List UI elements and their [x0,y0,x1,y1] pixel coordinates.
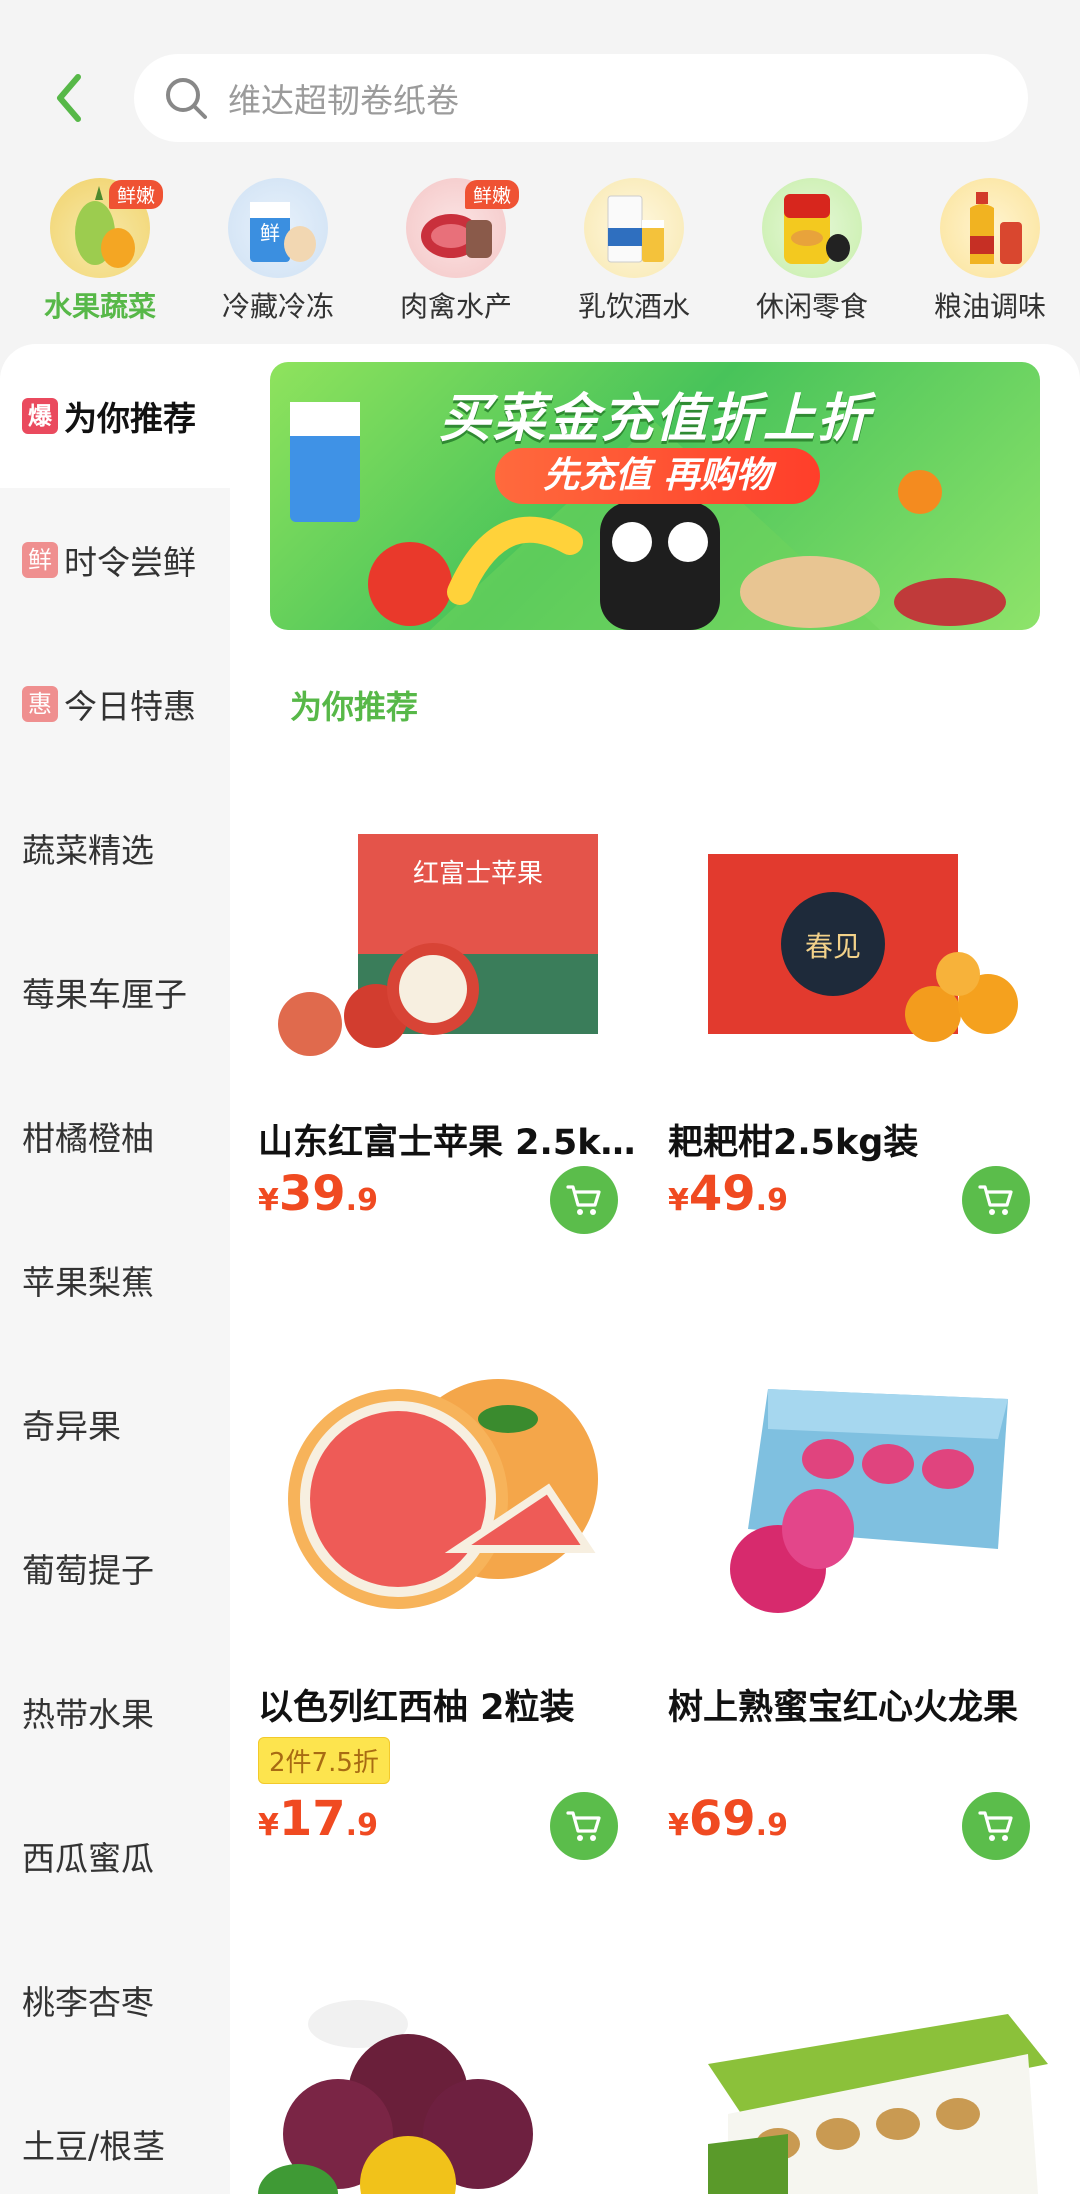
sidebar-item-seasonal[interactable]: 鲜 时令尝鲜 [0,488,230,632]
sidebar-item-label: 时令尝鲜 [64,543,196,582]
cart-icon [566,1185,601,1215]
category-row: 鲜嫩 水果蔬菜 鲜 冷藏冷冻 鲜嫩 肉禽水产 乳饮酒水 休闲零食 粮油调味 [0,172,1080,332]
product-image: 春见 [708,854,1018,1042]
sidebar-item-label: 奇异果 [22,1407,121,1446]
category-meat[interactable]: 鲜嫩 肉禽水产 [371,172,541,332]
search-icon [166,78,207,119]
hot-tag: 爆 [22,398,58,434]
product-image [258,2000,533,2194]
sidebar-item-label: 今日特惠 [64,687,196,726]
cart-icon [566,1811,601,1841]
sidebar-item-grapes[interactable]: 葡萄提子 [0,1496,230,1640]
sidebar-item-kiwi[interactable]: 奇异果 [0,1352,230,1496]
cart-icon [978,1185,1013,1215]
section-title: 为你推荐 [290,688,419,726]
category-oil[interactable]: 粮油调味 [905,172,1075,332]
product-image [708,2014,1048,2194]
sidebar-item-label: 莓果车厘子 [22,975,187,1014]
category-badge: 鲜嫩 [465,180,520,209]
sidebar-item-label: 葡萄提子 [22,1551,154,1590]
sidebar-item-label: 柑橘橙柚 [22,1119,154,1158]
cart-icon [978,1811,1013,1841]
category-label: 粮油调味 [933,290,1046,323]
sidebar: 爆 为你推荐 鲜 时令尝鲜 惠 今日特惠 蔬菜精选 莓果车厘子 柑橘橙柚 苹果梨… [0,344,230,2194]
add-to-cart-button[interactable] [550,1792,618,1860]
product-card[interactable]: 春见 耙耙柑2.5kg装 ¥49.9 [668,784,1068,1264]
add-to-cart-button[interactable] [550,1166,618,1234]
oil-seasoning-icon [940,178,1040,278]
search-placeholder: 维达超韧卷纸卷 [228,81,459,120]
promo-banner[interactable]: 买菜金充值折上折 先充值 再购物 [270,362,1040,630]
sidebar-item-label: 蔬菜精选 [22,831,154,870]
banner-title: 买菜金充值折上折 [438,389,871,449]
drinks-icon [584,178,684,278]
category-snacks[interactable]: 休闲零食 [727,172,897,332]
sidebar-item-label: 西瓜蜜瓜 [22,1839,154,1878]
back-button[interactable] [44,68,94,128]
box-label: 红富士苹果 [413,859,543,889]
category-label: 水果蔬菜 [43,290,156,323]
sidebar-item-tropical[interactable]: 热带水果 [0,1640,230,1784]
sidebar-item-stone-fruit[interactable]: 桃李杏枣 [0,1928,230,2072]
category-label: 乳饮酒水 [577,290,690,323]
category-chilled[interactable]: 鲜 冷藏冷冻 [193,172,363,332]
product-price: ¥39.9 [258,1166,378,1222]
svg-text:鲜: 鲜 [260,221,280,245]
category-badge: 鲜嫩 [109,180,164,209]
product-name: 耙耙柑2.5kg装 [668,1123,919,1163]
category-label: 肉禽水产 [399,290,512,323]
product-name: 树上熟蜜宝红心火龙果 [668,1688,1019,1728]
sidebar-item-root-veg[interactable]: 土豆/根茎 [0,2072,230,2194]
product-image [288,1379,598,1609]
product-name: 山东红富士苹果 2.5kg装 [258,1123,638,1163]
add-to-cart-button[interactable] [962,1792,1030,1860]
sidebar-item-vegetables[interactable]: 蔬菜精选 [0,776,230,920]
box-label: 春见 [805,930,861,963]
page: 维达超韧卷纸卷 鲜嫩 水果蔬菜 鲜 冷藏冷冻 鲜嫩 肉禽水产 乳饮酒水 休闲零食… [0,0,1080,2194]
product-card[interactable] [258,1984,658,2194]
add-to-cart-button[interactable] [962,1166,1030,1234]
sidebar-item-recommend[interactable]: 爆 为你推荐 [0,344,230,488]
content-panel: 爆 为你推荐 鲜 时令尝鲜 惠 今日特惠 蔬菜精选 莓果车厘子 柑橘橙柚 苹果梨… [0,344,1080,2194]
product-price: ¥17.9 [258,1791,378,1847]
product-image: 红富士苹果 [278,834,598,1056]
category-label: 休闲零食 [755,290,868,323]
snacks-icon [762,178,862,278]
deal-tag: 惠 [22,686,58,722]
search-input[interactable]: 维达超韧卷纸卷 [134,54,1028,142]
chevron-left-icon [57,74,81,122]
promo-badge: 2件7.5折 [258,1737,390,1784]
category-label: 冷藏冷冻 [221,290,334,323]
sidebar-item-label: 苹果梨蕉 [22,1263,154,1302]
fresh-tag: 鲜 [22,542,58,578]
sidebar-item-deals[interactable]: 惠 今日特惠 [0,632,230,776]
sidebar-item-berries[interactable]: 莓果车厘子 [0,920,230,1064]
sidebar-item-label: 桃李杏枣 [22,1983,154,2022]
top-bar: 维达超韧卷纸卷 [0,0,1080,170]
banner-subtitle: 先充值 再购物 [495,448,820,504]
product-image [730,1389,1008,1613]
sidebar-item-apple-pear[interactable]: 苹果梨蕉 [0,1208,230,1352]
sidebar-item-label: 热带水果 [22,1695,154,1734]
product-card[interactable]: 以色列红西柚 2粒装 2件7.5折 ¥17.9 [258,1349,658,1869]
product-card[interactable] [668,1944,1068,2194]
sidebar-item-label: 为你推荐 [64,399,196,438]
category-drinks[interactable]: 乳饮酒水 [549,172,719,332]
product-card[interactable]: 树上熟蜜宝红心火龙果 ¥69.9 [668,1349,1068,1869]
chilled-milk-icon: 鲜 [228,178,328,278]
category-fruit-veg[interactable]: 鲜嫩 水果蔬菜 [15,172,185,332]
product-name: 以色列红西柚 2粒装 [258,1688,575,1728]
sidebar-item-melons[interactable]: 西瓜蜜瓜 [0,1784,230,1928]
sidebar-item-label: 土豆/根茎 [22,2127,166,2166]
product-price: ¥49.9 [668,1166,788,1222]
product-price: ¥69.9 [668,1791,788,1847]
product-card[interactable]: 红富士苹果 山东红富士苹果 2.5kg装 ¥39.9 [258,784,658,1264]
sidebar-item-citrus[interactable]: 柑橘橙柚 [0,1064,230,1208]
